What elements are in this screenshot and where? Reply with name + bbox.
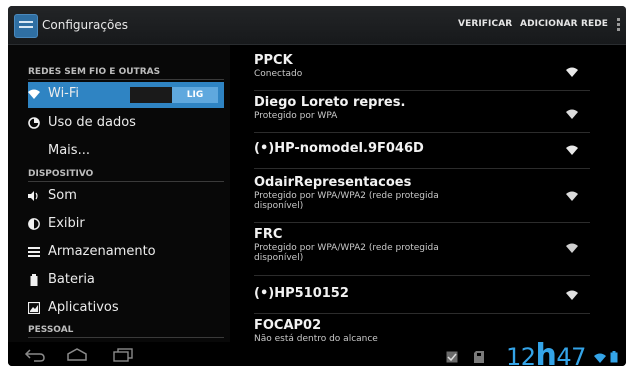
- notification-check-icon[interactable]: [446, 348, 458, 366]
- network-name: (•)HP-nomodel.9F046D: [254, 141, 424, 156]
- wifi-signal-icon: [566, 145, 578, 155]
- action-bar: Configurações VERIFICAR ADICIONAR REDE: [8, 6, 626, 45]
- list-divider: [254, 313, 590, 314]
- data-usage-icon: [28, 117, 40, 129]
- section-personal-header: PESSOAL: [28, 325, 74, 335]
- settings-sidebar: REDES SEM FIO E OUTRAS Wi-Fi LIG Uso de …: [8, 45, 230, 342]
- sidebar-item-storage[interactable]: Armazenamento: [28, 240, 224, 266]
- sidebar-item-label: Mais...: [48, 143, 90, 158]
- network-item-ppck[interactable]: PPCK Conectado: [254, 53, 590, 79]
- sidebar-item-display[interactable]: Exibir: [28, 212, 224, 238]
- network-status: Conectado: [254, 69, 303, 79]
- wifi-signal-locked-icon: [566, 109, 578, 119]
- sidebar-item-label: Bateria: [48, 272, 95, 287]
- sidebar-item-battery[interactable]: Bateria: [28, 268, 224, 294]
- network-name: PPCK: [254, 53, 293, 68]
- sidebar-item-label: Wi-Fi: [48, 86, 80, 101]
- section-divider: [28, 337, 224, 338]
- sidebar-item-apps[interactable]: Aplicativos: [27, 296, 224, 322]
- clock[interactable]: 12h47: [506, 338, 586, 366]
- settings-app-icon[interactable]: [14, 14, 38, 38]
- list-divider: [254, 132, 590, 133]
- sidebar-item-label: Aplicativos: [48, 300, 119, 315]
- section-divider: [28, 181, 224, 182]
- app-title: Configurações: [42, 18, 128, 32]
- section-wireless-header: REDES SEM FIO E OUTRAS: [28, 67, 161, 77]
- wifi-signal-locked-icon: [566, 191, 578, 201]
- wifi-toggle[interactable]: LIG: [130, 87, 218, 103]
- back-icon[interactable]: [24, 347, 46, 366]
- recent-apps-icon[interactable]: [112, 347, 134, 366]
- wifi-signal-locked-icon: [566, 243, 578, 253]
- sidebar-item-sound[interactable]: Som: [28, 184, 224, 210]
- network-item-diego[interactable]: Diego Loreto repres. Protegido por WPA: [254, 95, 590, 121]
- wifi-network-list: PPCK Conectado Diego Loreto repres. Prot…: [230, 45, 626, 342]
- verify-button[interactable]: VERIFICAR: [458, 19, 512, 29]
- brightness-icon: [28, 218, 40, 230]
- sd-card-icon: [474, 348, 484, 366]
- network-status: Protegido por WPA/WPA2 (rede protegida d…: [254, 243, 439, 263]
- tablet-screen: Configurações VERIFICAR ADICIONAR REDE R…: [8, 6, 626, 366]
- network-item-odair[interactable]: OdairRepresentacoes Protegido por WPA/WP…: [254, 175, 590, 211]
- speaker-icon: [28, 190, 40, 202]
- sidebar-item-label: Uso de dados: [48, 115, 136, 130]
- list-divider: [254, 222, 590, 223]
- wifi-signal-icon: [566, 290, 578, 300]
- wifi-status-icon: [594, 348, 606, 366]
- battery-status-icon: [610, 348, 618, 366]
- network-name: OdairRepresentacoes: [254, 175, 412, 190]
- overflow-menu-icon[interactable]: [617, 18, 620, 21]
- sidebar-item-wifi[interactable]: Wi-Fi LIG: [28, 82, 224, 108]
- section-device-header: DISPOSITIVO: [28, 169, 94, 179]
- sidebar-item-label: Som: [48, 188, 77, 203]
- clock-h: h: [535, 338, 557, 366]
- battery-icon: [28, 274, 40, 286]
- wifi-toggle-on-label: LIG: [172, 87, 218, 103]
- list-divider: [254, 168, 590, 169]
- network-item-frc[interactable]: FRC Protegido por WPA/WPA2 (rede protegi…: [254, 227, 590, 263]
- network-status: Protegido por WPA/WPA2 (rede protegida d…: [254, 191, 439, 211]
- add-network-button[interactable]: ADICIONAR REDE: [520, 19, 608, 29]
- network-name: Diego Loreto repres.: [254, 95, 406, 110]
- network-status: Protegido por WPA: [254, 111, 338, 121]
- network-item-hp510152[interactable]: (•)HP510152: [254, 286, 590, 301]
- storage-icon: [28, 246, 40, 258]
- clock-minute: 47: [556, 343, 586, 366]
- sidebar-item-more[interactable]: Mais...: [28, 139, 224, 165]
- network-name: FRC: [254, 227, 283, 242]
- list-divider: [254, 275, 590, 276]
- sidebar-item-label: Armazenamento: [48, 244, 156, 259]
- section-divider: [28, 79, 224, 80]
- clock-hour: 12: [506, 343, 536, 366]
- wifi-icon: [28, 88, 40, 100]
- network-item-hp-nomodel[interactable]: (•)HP-nomodel.9F046D: [254, 141, 590, 156]
- sidebar-item-label: Exibir: [48, 216, 85, 231]
- apps-icon: [27, 301, 41, 315]
- network-name: FOCAP02: [254, 318, 322, 333]
- network-name: (•)HP510152: [254, 286, 349, 301]
- list-divider: [254, 90, 590, 91]
- home-icon[interactable]: [66, 347, 88, 366]
- wifi-signal-icon: [566, 67, 578, 77]
- sidebar-item-data-usage[interactable]: Uso de dados: [28, 111, 224, 137]
- system-bar: 12h47: [8, 338, 626, 366]
